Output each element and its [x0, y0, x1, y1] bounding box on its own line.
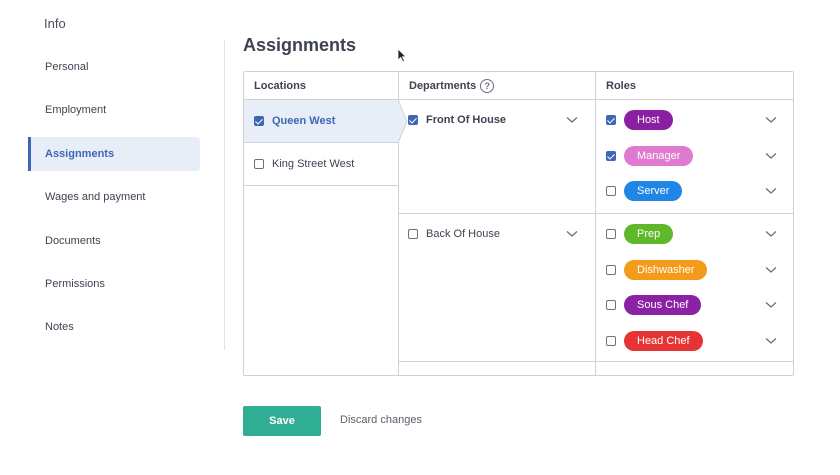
role-prep[interactable]: Prep: [606, 223, 781, 245]
department-checkbox[interactable]: [408, 229, 418, 239]
department-label: Back Of House: [426, 228, 500, 240]
role-checkbox[interactable]: [606, 115, 616, 125]
location-king-street-west[interactable]: King Street West: [244, 143, 398, 186]
role-badge: Head Chef: [624, 331, 703, 351]
assignments-table: Locations Departments ? Roles Queen West…: [243, 71, 794, 376]
sidebar-item-documents[interactable]: Documents: [28, 224, 200, 258]
mouse-cursor-icon: [397, 48, 407, 63]
role-checkbox[interactable]: [606, 300, 616, 310]
column-divider: [595, 72, 596, 375]
chevron-down-icon[interactable]: [765, 335, 777, 347]
location-checkbox[interactable]: [254, 116, 264, 126]
role-badge: Sous Chef: [624, 295, 702, 315]
role-checkbox[interactable]: [606, 265, 616, 275]
sidebar-item-employment[interactable]: Employment: [28, 93, 200, 127]
role-sous-chef[interactable]: Sous Chef: [606, 294, 781, 316]
sidebar-item-permissions[interactable]: Permissions: [28, 267, 200, 301]
location-label: Queen West: [272, 115, 336, 127]
sidebar-divider: [224, 40, 225, 350]
role-manager[interactable]: Manager: [606, 145, 781, 167]
role-checkbox[interactable]: [606, 229, 616, 239]
role-badge: Prep: [624, 224, 674, 244]
department-divider: [398, 213, 793, 214]
department-label: Front Of House: [426, 114, 507, 126]
help-icon[interactable]: ?: [480, 78, 495, 93]
chevron-down-icon[interactable]: [765, 299, 777, 311]
role-badge: Server: [624, 181, 683, 201]
table-bottom-divider: [398, 361, 793, 362]
chevron-down-icon[interactable]: [765, 264, 777, 276]
chevron-down-icon[interactable]: [566, 114, 578, 126]
location-queen-west[interactable]: Queen West: [244, 100, 398, 143]
info-heading: Info: [44, 16, 66, 31]
chevron-down-icon[interactable]: [765, 150, 777, 162]
role-dishwasher[interactable]: Dishwasher: [606, 259, 781, 281]
role-host[interactable]: Host: [606, 109, 781, 131]
role-badge: Manager: [624, 146, 694, 166]
role-checkbox[interactable]: [606, 186, 616, 196]
discard-changes-link[interactable]: Discard changes: [340, 414, 422, 426]
sidebar-item-notes[interactable]: Notes: [28, 310, 200, 344]
selected-arrow-icon: [398, 100, 408, 143]
chevron-down-icon[interactable]: [765, 114, 777, 126]
department-back-of-house[interactable]: Back Of House: [408, 224, 580, 244]
sidebar-item-assignments[interactable]: Assignments: [28, 136, 200, 171]
department-front-of-house[interactable]: Front Of House: [408, 110, 580, 130]
header-departments: Departments ?: [409, 72, 495, 99]
header-locations: Locations: [254, 79, 306, 92]
header-roles: Roles: [606, 79, 636, 92]
role-badge: Host: [624, 110, 673, 130]
role-checkbox[interactable]: [606, 336, 616, 346]
chevron-down-icon[interactable]: [765, 185, 777, 197]
role-head-chef[interactable]: Head Chef: [606, 330, 781, 352]
chevron-down-icon[interactable]: [765, 228, 777, 240]
role-checkbox[interactable]: [606, 151, 616, 161]
role-server[interactable]: Server: [606, 180, 781, 202]
chevron-down-icon[interactable]: [566, 228, 578, 240]
sidebar-item-wages[interactable]: Wages and payment: [28, 180, 200, 214]
sidebar-item-personal[interactable]: Personal: [28, 50, 200, 84]
header-departments-label: Departments: [409, 79, 477, 92]
role-badge: Dishwasher: [624, 260, 708, 280]
save-button[interactable]: Save: [243, 406, 321, 436]
page-title: Assignments: [243, 35, 357, 55]
location-label: King Street West: [272, 158, 355, 170]
sidebar-nav: Personal Employment Assignments Wages an…: [28, 50, 200, 354]
location-checkbox[interactable]: [254, 159, 264, 169]
department-checkbox[interactable]: [408, 115, 418, 125]
